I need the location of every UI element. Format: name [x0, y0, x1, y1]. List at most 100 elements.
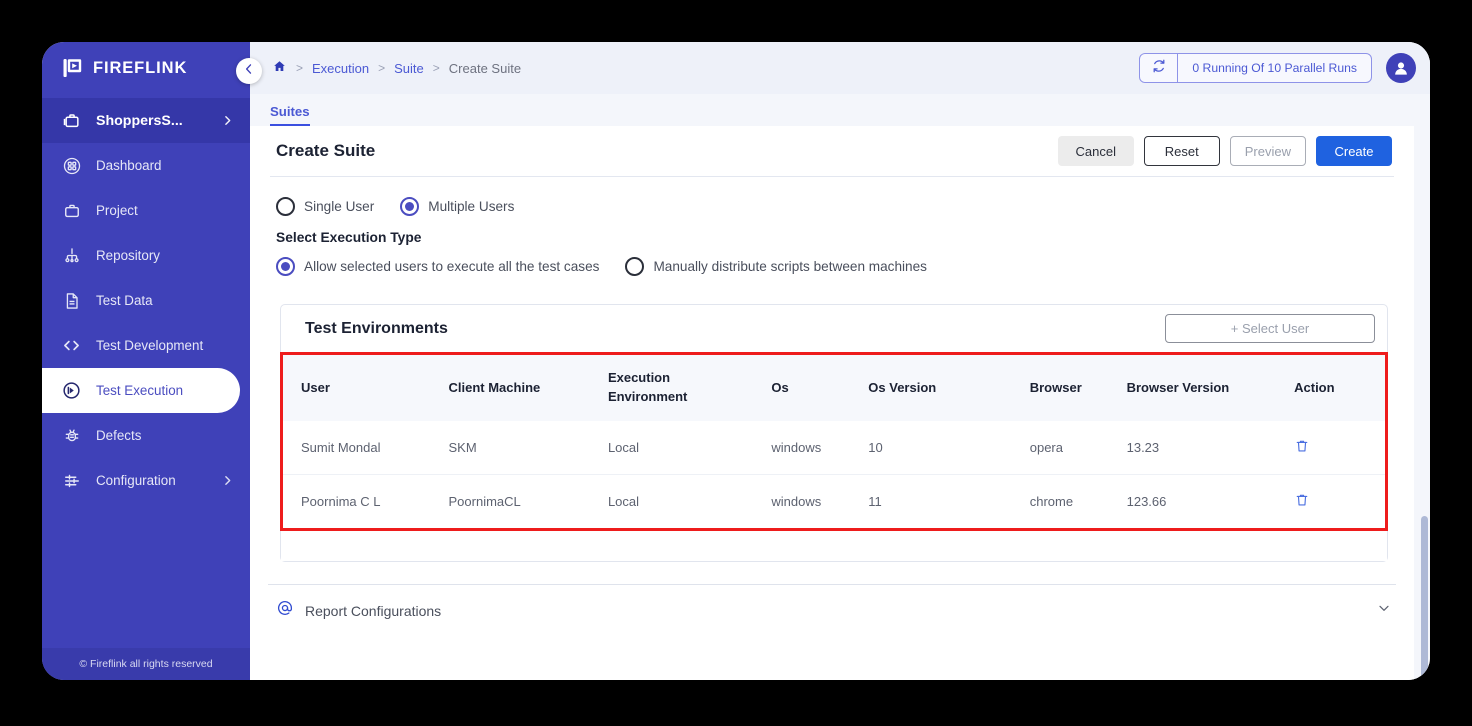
- home-icon[interactable]: [272, 59, 287, 77]
- column-header-client-machine: Client Machine: [448, 380, 541, 396]
- radio-option-allow-all-users[interactable]: Allow selected users to execute all the …: [276, 257, 599, 276]
- briefcase-icon: [61, 110, 82, 131]
- sidebar-item-project[interactable]: Project: [42, 188, 250, 233]
- radio-label: Multiple Users: [428, 199, 515, 214]
- sidebar-item-repository[interactable]: Repository: [42, 233, 250, 278]
- page-action-buttons: Cancel Reset Preview Create: [1057, 136, 1392, 166]
- sidebar-item-label: Project: [96, 203, 138, 218]
- cell-client-machine: SKM: [448, 420, 608, 475]
- app-logo[interactable]: FIREFLINK: [42, 42, 250, 94]
- radio-circle-icon: [625, 257, 645, 276]
- select-user-button[interactable]: + Select User: [1165, 314, 1375, 343]
- breadcrumb-separator: >: [432, 61, 440, 75]
- table-highlight-box: User Client Machine Execution Environment…: [280, 352, 1388, 531]
- cell-os-version: 10: [868, 420, 1030, 475]
- breadcrumb-separator: >: [296, 61, 304, 75]
- table-row: Poornima C L PoornimaCL Local windows 11…: [283, 473, 1385, 528]
- radio-option-manual-distribute[interactable]: Manually distribute scripts between mach…: [625, 257, 927, 276]
- cell-action: [1294, 473, 1385, 528]
- radio-label: Single User: [304, 199, 375, 214]
- radio-circle-icon: [276, 197, 295, 216]
- user-mode-radio-group: Single User Multiple Users: [276, 197, 1388, 216]
- breadcrumb-separator: >: [378, 61, 386, 75]
- sidebar-footer-copyright: © Fireflink all rights reserved: [42, 648, 250, 680]
- test-environments-title: Test Environments: [305, 319, 448, 337]
- table-header-row: User Client Machine Execution Environment…: [283, 355, 1385, 421]
- radio-option-multiple-users[interactable]: Multiple Users: [400, 197, 514, 216]
- cell-user: Sumit Mondal: [283, 420, 449, 475]
- test-environments-header: Test Environments + Select User: [281, 305, 1387, 352]
- column-header-browser: Browser: [1029, 380, 1082, 396]
- sidebar-item-configuration[interactable]: Configuration: [42, 458, 250, 503]
- sidebar-item-label: ShoppersS...: [96, 112, 183, 129]
- column-header-browser-version: Browser Version: [1126, 380, 1230, 396]
- report-configurations-section[interactable]: Report Configurations: [250, 584, 1414, 637]
- sidebar-item-defects[interactable]: Defects: [42, 413, 250, 458]
- cancel-button[interactable]: Cancel: [1057, 136, 1134, 166]
- sidebar-collapse-toggle[interactable]: [236, 58, 262, 84]
- execution-type-title: Select Execution Type: [276, 230, 422, 245]
- chevron-left-icon: [242, 62, 256, 81]
- cell-user: Poornima C L: [283, 473, 449, 528]
- table-body: Sumit Mondal SKM Local windows 10 opera …: [283, 420, 1385, 528]
- breadcrumb-item-suite[interactable]: Suite: [394, 61, 424, 76]
- breadcrumb: > Execution > Suite > Create Suite: [272, 59, 521, 77]
- cell-os: windows: [771, 473, 869, 528]
- sidebar-item-label: Test Data: [96, 293, 153, 308]
- radio-option-single-user[interactable]: Single User: [276, 197, 374, 216]
- sidebar: FIREFLINK ShoppersS... Dashboard Project…: [42, 42, 262, 680]
- at-sign-icon: [276, 599, 294, 622]
- cell-action: [1294, 420, 1385, 475]
- sidebar-item-test-data[interactable]: Test Data: [42, 278, 250, 323]
- cell-execution-environment: Local: [607, 420, 772, 475]
- column-header-os-version: Os Version: [868, 380, 937, 396]
- breadcrumb-item-execution[interactable]: Execution: [312, 61, 369, 76]
- cell-os: windows: [771, 420, 869, 475]
- cell-browser: chrome: [1029, 473, 1127, 528]
- top-bar: > Execution > Suite > Create Suite 0 Run…: [250, 42, 1430, 94]
- cell-execution-environment: Local: [607, 473, 772, 528]
- scrollbar-thumb[interactable]: [1421, 516, 1428, 680]
- column-header-execution-environment: Execution Environment: [607, 370, 688, 404]
- parallel-runs-status: 0 Running Of 10 Parallel Runs: [1192, 61, 1357, 75]
- cell-browser: opera: [1029, 420, 1127, 475]
- refresh-button[interactable]: [1140, 54, 1179, 82]
- dashboard-grid-icon: [61, 155, 82, 176]
- sidebar-item-project-selector[interactable]: ShoppersS...: [42, 98, 250, 143]
- reset-button[interactable]: Reset: [1143, 136, 1220, 166]
- cell-client-machine: PoornimaCL: [448, 473, 608, 528]
- code-brackets-icon: [61, 335, 82, 356]
- cell-os-version: 11: [868, 473, 1030, 528]
- preview-button[interactable]: Preview: [1229, 136, 1306, 166]
- report-configurations-label: Report Configurations: [305, 602, 442, 619]
- bug-icon: [61, 425, 82, 446]
- test-environments-panel: Test Environments + Select User User Cli…: [280, 304, 1388, 562]
- create-button[interactable]: Create: [1316, 136, 1392, 166]
- sidebar-item-test-development[interactable]: Test Development: [42, 323, 250, 368]
- tab-suites[interactable]: Suites: [270, 104, 310, 126]
- parallel-runs-widget: 0 Running Of 10 Parallel Runs: [1139, 53, 1372, 83]
- sidebar-item-label: Defects: [96, 428, 142, 443]
- radio-label: Manually distribute scripts between mach…: [653, 259, 927, 274]
- top-bar-right: 0 Running Of 10 Parallel Runs: [1139, 53, 1416, 83]
- chevron-down-icon[interactable]: [1376, 600, 1392, 621]
- column-header-os: Os: [771, 380, 789, 396]
- application-window: FIREFLINK ShoppersS... Dashboard Project…: [42, 42, 1430, 680]
- sidebar-item-test-execution[interactable]: Test Execution: [42, 368, 240, 413]
- page-title: Create Suite: [276, 141, 376, 160]
- sidebar-item-dashboard[interactable]: Dashboard: [42, 143, 250, 188]
- trash-icon[interactable]: [1294, 438, 1310, 454]
- create-suite-card: Create Suite Cancel Reset Preview Create…: [250, 126, 1414, 680]
- radio-checked-icon: [276, 257, 295, 276]
- radio-label: Allow selected users to execute all the …: [304, 259, 600, 274]
- table-header: User Client Machine Execution Environment…: [283, 355, 1385, 421]
- sidebar-item-label: Repository: [96, 248, 161, 263]
- vertical-scrollbar[interactable]: [1421, 212, 1428, 680]
- trash-icon[interactable]: [1294, 492, 1310, 508]
- user-avatar-icon[interactable]: [1386, 53, 1416, 83]
- play-circle-icon: [61, 380, 82, 401]
- main-area: > Execution > Suite > Create Suite 0 Run…: [250, 42, 1430, 680]
- column-header-user: User: [301, 380, 330, 396]
- sidebar-nav-list: ShoppersS... Dashboard Project Repositor…: [42, 98, 250, 503]
- sidebar-item-label: Dashboard: [96, 158, 162, 173]
